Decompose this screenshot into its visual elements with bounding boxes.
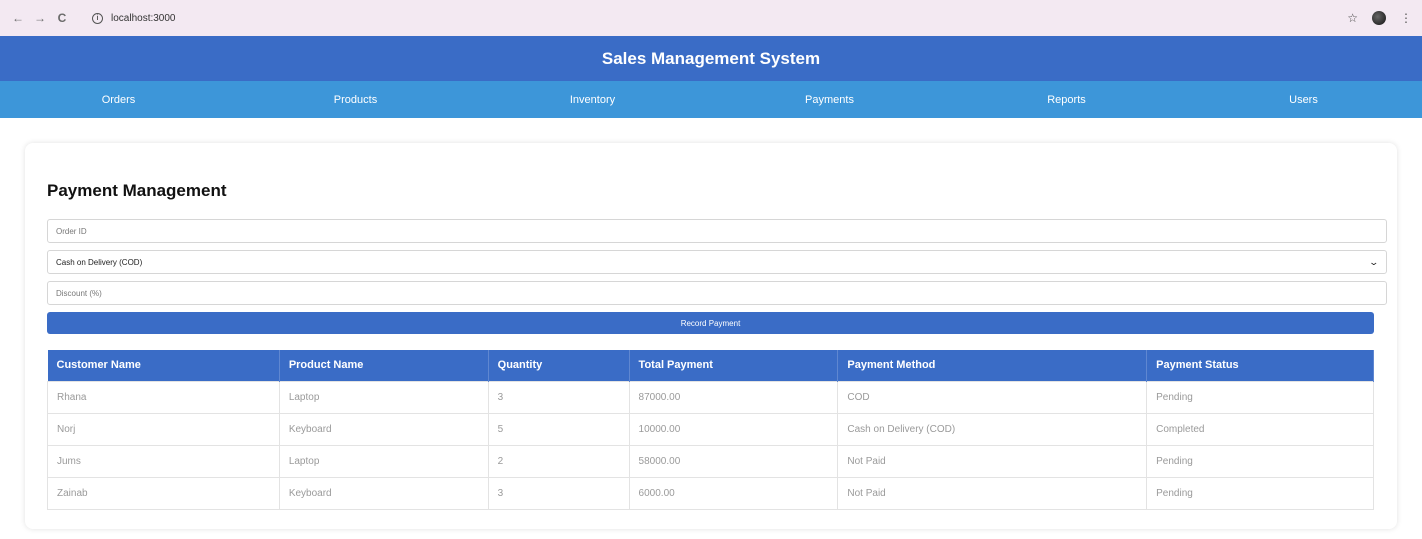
discount-input[interactable]: Discount (%) (47, 281, 1387, 305)
col-quantity: Quantity (488, 350, 630, 381)
table-row: Norj Keyboard 5 10000.00 Cash on Deliver… (47, 412, 1374, 446)
reload-icon[interactable]: C (54, 10, 70, 26)
col-customer-name: Customer Name (47, 350, 280, 381)
cell-product: Laptop (278, 380, 489, 414)
back-icon[interactable]: ← (10, 10, 26, 26)
payment-method-value: Cash on Delivery (COD) (56, 257, 143, 267)
profile-avatar-icon[interactable] (1372, 11, 1386, 25)
bookmark-star-icon[interactable]: ☆ (1347, 11, 1358, 25)
cell-customer: Zainab (47, 476, 280, 510)
url-text: localhost:3000 (111, 12, 176, 24)
main-nav: Orders Products Inventory Payments Repor… (0, 81, 1422, 118)
col-payment-method: Payment Method (837, 350, 1148, 381)
cell-status: Pending (1146, 444, 1374, 478)
cell-quantity: 2 (487, 444, 630, 478)
cell-total: 10000.00 (628, 412, 839, 446)
nav-item-orders[interactable]: Orders (0, 81, 237, 118)
address-bar[interactable]: i localhost:3000 (82, 5, 186, 31)
cell-quantity: 5 (487, 412, 630, 446)
col-total-payment: Total Payment (629, 350, 839, 381)
cell-status: Pending (1146, 476, 1374, 510)
cell-total: 6000.00 (628, 476, 839, 510)
order-id-placeholder: Order ID (56, 226, 87, 236)
cell-customer: Rhana (47, 380, 280, 414)
cell-product: Laptop (278, 444, 489, 478)
cell-status: Completed (1146, 412, 1374, 446)
cell-product: Keyboard (278, 412, 489, 446)
payment-card: Payment Management Order ID Cash on Deli… (25, 143, 1397, 529)
site-info-icon[interactable]: i (92, 12, 103, 24)
browser-actions: ☆ ⋮ (1347, 0, 1412, 36)
nav-item-reports[interactable]: Reports (948, 81, 1185, 118)
table-row: Zainab Keyboard 3 6000.00 Not Paid Pendi… (47, 476, 1374, 510)
nav-item-products[interactable]: Products (237, 81, 474, 118)
cell-quantity: 3 (487, 476, 630, 510)
cell-method: COD (837, 380, 1148, 414)
browser-menu-icon[interactable]: ⋮ (1400, 11, 1412, 25)
cell-method: Cash on Delivery (COD) (837, 412, 1148, 446)
nav-item-users[interactable]: Users (1185, 81, 1422, 118)
browser-toolbar: ← → C i localhost:3000 ☆ ⋮ (0, 0, 1422, 36)
discount-placeholder: Discount (%) (56, 288, 102, 298)
nav-item-payments[interactable]: Payments (711, 81, 948, 118)
table-header-row: Customer Name Product Name Quantity Tota… (47, 350, 1374, 381)
chevron-down-icon: ⌄ (1368, 256, 1380, 267)
nav-item-inventory[interactable]: Inventory (474, 81, 711, 118)
page-title: Payment Management (47, 181, 227, 200)
record-payment-button[interactable]: Record Payment (47, 312, 1374, 334)
cell-product: Keyboard (278, 476, 489, 510)
payments-table: Customer Name Product Name Quantity Tota… (47, 350, 1374, 510)
cell-quantity: 3 (487, 380, 630, 414)
payment-method-select[interactable]: Cash on Delivery (COD) ⌄ (47, 250, 1387, 274)
cell-customer: Norj (47, 412, 280, 446)
cell-method: Not Paid (837, 444, 1148, 478)
cell-status: Pending (1146, 380, 1374, 414)
cell-total: 58000.00 (628, 444, 839, 478)
cell-total: 87000.00 (628, 380, 839, 414)
cell-method: Not Paid (837, 476, 1148, 510)
table-row: Jums Laptop 2 58000.00 Not Paid Pending (47, 444, 1374, 478)
table-row: Rhana Laptop 3 87000.00 COD Pending (47, 380, 1374, 414)
app-header: Sales Management System (0, 36, 1422, 81)
order-id-input[interactable]: Order ID (47, 219, 1387, 243)
forward-icon[interactable]: → (32, 10, 48, 26)
app-title: Sales Management System (601, 48, 821, 68)
col-payment-status: Payment Status (1146, 350, 1374, 381)
col-product-name: Product Name (279, 350, 489, 381)
cell-customer: Jums (47, 444, 280, 478)
